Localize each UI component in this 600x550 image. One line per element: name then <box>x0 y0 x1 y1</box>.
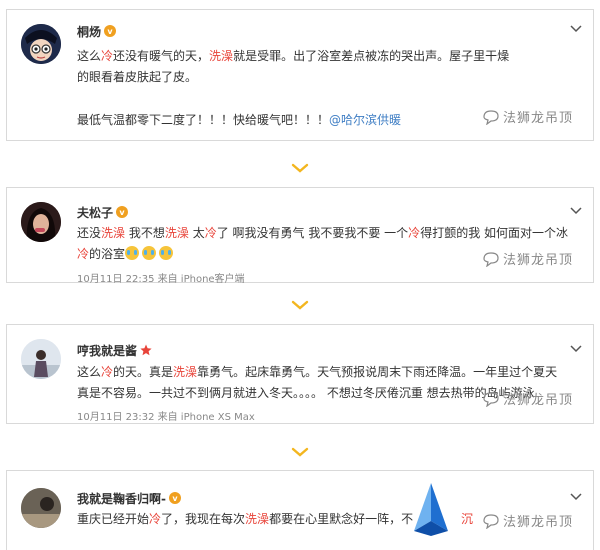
chevron-down-icon[interactable] <box>569 492 583 502</box>
chat-bubble-icon <box>483 110 499 126</box>
text-fragment: 这么 <box>77 49 102 63</box>
post-text-tail: 沉 <box>461 509 473 530</box>
watermark-text: 法狮龙吊顶 <box>503 111 574 126</box>
username[interactable]: 夫松子 v <box>77 204 129 221</box>
highlight-word[interactable]: 洗澡 <box>165 226 189 240</box>
username-text[interactable]: 夫松子 <box>77 206 113 220</box>
avatar[interactable] <box>21 24 61 64</box>
text-fragment: 这么 <box>77 365 102 379</box>
watermark-text: 法狮龙吊顶 <box>503 515 574 530</box>
logo-prism-icon <box>414 483 448 536</box>
post-meta: 10月11日 22:35 来自 iPhone客户端 <box>77 274 245 285</box>
text-fragment: 还没 <box>77 226 102 240</box>
chat-bubble-icon <box>483 252 499 268</box>
highlight-word[interactable]: 洗澡 <box>173 365 197 379</box>
username[interactable]: 哼我就是酱 <box>77 342 152 359</box>
text-fragment: 了，我现在每次 <box>161 512 246 526</box>
avatar[interactable] <box>21 202 61 242</box>
chat-bubble-icon <box>483 392 499 408</box>
highlight-word[interactable]: 冷 <box>205 226 217 240</box>
chevron-down-icon <box>291 163 309 173</box>
highlight-word[interactable]: 洗澡 <box>245 512 269 526</box>
text-fragment: 都要在心里默念好一阵，不 <box>269 512 414 526</box>
watermark: 法狮龙吊顶 <box>482 107 573 126</box>
svg-text:v: v <box>119 208 125 217</box>
vip-badge-icon: v <box>116 206 129 218</box>
highlight-word[interactable]: 冷 <box>101 49 113 63</box>
svg-text:v: v <box>107 27 113 36</box>
watermark-text: 法狮龙吊顶 <box>503 393 574 408</box>
watermark-text: 法狮龙吊顶 <box>503 253 574 268</box>
post-text: 这么冷还没有暖气的天，洗澡就是受罪。出了浴室差点被冻的哭出声。屋子里干燥的眼看着… <box>77 46 517 88</box>
avatar[interactable] <box>21 488 61 528</box>
text-fragment: 的天。真是 <box>113 365 174 379</box>
text-fragment: 了 啊我没有勇气 我不要我不要 一个 <box>216 226 409 240</box>
chat-bubble-icon <box>483 514 499 530</box>
username-text[interactable]: 我就是鞠香归啊- <box>77 492 166 506</box>
username-text[interactable]: 哼我就是酱 <box>77 344 137 358</box>
post-card: 桐炀 v 这么冷还没有暖气的天，洗澡就是受罪。出了浴室差点被冻的哭出声。屋子里干燥… <box>6 9 594 141</box>
watermark: 法狮龙吊顶 <box>482 389 573 408</box>
vip-badge-icon: v <box>104 25 117 37</box>
highlight-word[interactable]: 洗澡 <box>209 49 233 63</box>
text-fragment: 的浴室 <box>89 247 126 261</box>
vip-badge-icon: v <box>168 492 181 504</box>
highlight-word[interactable]: 冷 <box>408 226 420 240</box>
post-meta: 10月11日 23:32 来自 iPhone XS Max <box>77 412 255 423</box>
highlight-word[interactable]: 冷 <box>149 512 161 526</box>
highlight-word[interactable]: 冷 <box>101 365 113 379</box>
text-fragment: 还没有暖气的天， <box>113 49 210 63</box>
avatar[interactable] <box>21 339 61 379</box>
crying-emoji-icon <box>142 246 157 260</box>
text-fragment: 我不想 <box>125 226 165 240</box>
svg-text:v: v <box>172 494 178 503</box>
highlight-word: 沉 <box>461 512 474 526</box>
crying-emoji-icon <box>125 246 140 260</box>
post-text-second: 最低气温都零下二度了！！！快给暖气吧！！！@哈尔滨供暖 <box>77 110 457 131</box>
chevron-down-icon[interactable] <box>569 206 583 216</box>
star-badge-icon <box>140 344 152 356</box>
username[interactable]: 桐炀 v <box>77 23 117 40</box>
text-fragment: 重庆已经开始 <box>77 512 150 526</box>
chevron-down-icon <box>291 447 309 457</box>
text-fragment: 得打颤的我 如何面对一个冰 <box>420 226 569 240</box>
post-card: 哼我就是酱 这么冷的天。真是洗澡靠勇气。起床靠勇气。天气预报说周末下雨还降温。一… <box>6 324 594 424</box>
username-text[interactable]: 桐炀 <box>77 25 101 39</box>
mention-link[interactable]: @哈尔滨供暖 <box>329 113 401 127</box>
watermark: 法狮龙吊顶 <box>482 511 573 530</box>
post-card: 夫松子 v 还没洗澡 我不想洗澡 太冷了 啊我没有勇气 我不要我不要 一个冷得打颤… <box>6 187 594 285</box>
chevron-down-icon[interactable] <box>569 344 583 354</box>
watermark: 法狮龙吊顶 <box>482 249 573 268</box>
post-text: 重庆已经开始冷了，我现在每次洗澡都要在心里默念好一阵，不 <box>77 509 417 530</box>
highlight-word[interactable]: 洗澡 <box>101 226 125 240</box>
post-card: 我就是鞠香归啊-v 重庆已经开始冷了，我现在每次洗澡都要在心里默念好一阵，不 沉… <box>6 470 594 550</box>
crying-emoji-icon <box>159 246 174 260</box>
highlight-word[interactable]: 冷 <box>77 247 89 261</box>
chevron-down-icon <box>291 300 309 310</box>
text-fragment: 太 <box>188 226 205 240</box>
username[interactable]: 我就是鞠香归啊-v <box>77 490 181 507</box>
chevron-down-icon[interactable] <box>569 24 583 34</box>
text-fragment: 最低气温都零下二度了！！！快给暖气吧！！！ <box>77 113 330 127</box>
